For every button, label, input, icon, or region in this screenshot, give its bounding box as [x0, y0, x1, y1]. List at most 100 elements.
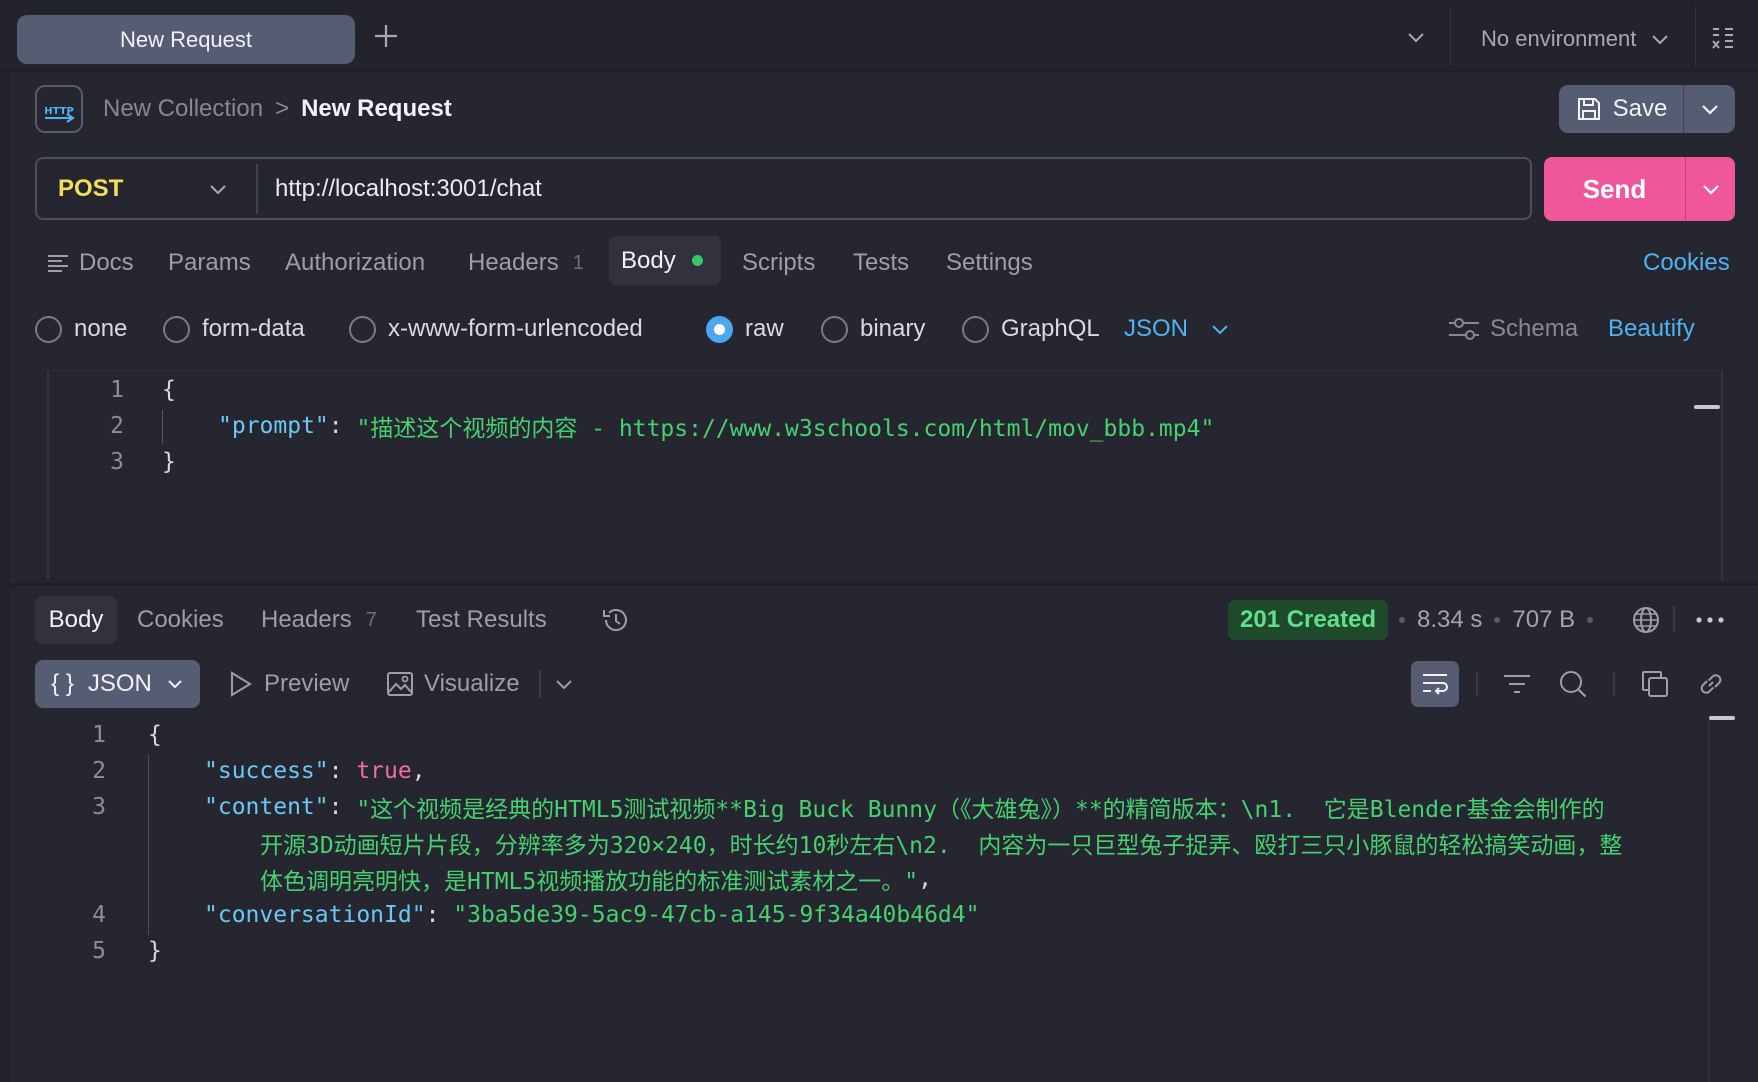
globe-icon[interactable]: [1630, 604, 1662, 636]
tab-label: Body: [621, 246, 676, 274]
divider: [1673, 606, 1675, 632]
response-tab-body[interactable]: Body: [35, 596, 117, 644]
cookies-link[interactable]: Cookies: [1643, 245, 1730, 281]
radio-circle: [821, 315, 848, 343]
tab-label: Headers: [468, 249, 559, 276]
tab-params[interactable]: Params: [168, 245, 251, 281]
save-options-dropdown[interactable]: [1684, 85, 1735, 133]
scrollbar-thumb[interactable]: [1694, 405, 1720, 409]
code-key: "conversationId": [204, 902, 426, 928]
chevron-down-icon[interactable]: [553, 675, 575, 693]
code-key: "content": [204, 794, 329, 820]
preview-button[interactable]: Preview: [228, 667, 349, 701]
tab-scripts[interactable]: Scripts: [742, 245, 815, 281]
send-button-group: Send: [1544, 157, 1735, 221]
body-modified-indicator: [691, 255, 703, 266]
line-number: 5: [92, 938, 106, 964]
tab-settings[interactable]: Settings: [946, 245, 1033, 281]
divider: [1613, 672, 1615, 696]
tab-new-request[interactable]: New Request: [17, 15, 355, 64]
send-button[interactable]: Send: [1544, 157, 1685, 221]
environment-variables-icon[interactable]: [1711, 26, 1735, 52]
method-select[interactable]: POST: [58, 168, 228, 210]
send-options-dropdown[interactable]: [1686, 157, 1735, 221]
separator-dot: [1399, 617, 1405, 623]
divider: [256, 164, 258, 214]
code-colon: :: [328, 413, 357, 439]
status-badge: 201 Created: [1228, 600, 1389, 640]
environment-selector[interactable]: No environment: [1481, 24, 1670, 54]
response-time[interactable]: 8.34 s: [1417, 606, 1482, 634]
divider: [1695, 6, 1696, 66]
image-icon: [387, 672, 413, 696]
chevron-down-icon: [1652, 35, 1669, 45]
code-key: "success": [204, 758, 329, 784]
left-edge: [0, 0, 10, 1082]
response-format-select[interactable]: { } JSON: [35, 660, 200, 708]
response-size[interactable]: 707 B: [1512, 606, 1575, 634]
history-icon[interactable]: [600, 604, 632, 636]
tab-headers[interactable]: Headers 1: [468, 245, 584, 281]
code-boolean: true: [356, 758, 412, 784]
visualize-label: Visualize: [424, 670, 520, 697]
chevron-down-icon: [1701, 105, 1718, 115]
line-number: 2: [110, 413, 124, 439]
chevron-down-icon[interactable]: [1405, 28, 1427, 46]
breadcrumb-request-name[interactable]: New Request: [301, 95, 452, 123]
chevron-down-icon: [168, 680, 182, 689]
schema-button[interactable]: Schema: [1448, 313, 1578, 345]
method-label: POST: [58, 175, 124, 202]
line-number: 3: [110, 449, 124, 475]
tab-docs[interactable]: Docs: [47, 245, 134, 281]
radio-urlencoded[interactable]: x-www-form-urlencoded: [349, 313, 643, 345]
link-icon[interactable]: [1695, 668, 1727, 700]
code-string-wrapped: 开源3D动画短片片段，分辨率多为320×240，时长约10秒左右\n2. 内容为…: [260, 833, 1623, 859]
tab-body[interactable]: Body: [609, 236, 721, 285]
radio-graphql[interactable]: GraphQL: [962, 313, 1100, 345]
save-label: Save: [1612, 95, 1668, 122]
sliders-icon: [1449, 318, 1479, 340]
response-tab-test-results[interactable]: Test Results: [416, 602, 547, 638]
code-brace: }: [162, 449, 176, 475]
copy-icon[interactable]: [1639, 668, 1671, 700]
separator-dot: [1494, 617, 1501, 623]
headers-count: 1: [572, 251, 584, 274]
response-tab-cookies[interactable]: Cookies: [137, 602, 224, 638]
radio-binary[interactable]: binary: [821, 313, 925, 345]
radio-label: raw: [745, 315, 784, 342]
scrollbar-thumb[interactable]: [1709, 716, 1735, 720]
tab-authorization[interactable]: Authorization: [285, 245, 425, 281]
radio-label: none: [74, 315, 128, 342]
raw-format-label: JSON: [1124, 315, 1189, 342]
code-string: "描述这个视频的内容 - https://www.w3schools.com/h…: [356, 416, 1215, 442]
beautify-button[interactable]: Beautify: [1608, 313, 1695, 345]
plus-icon[interactable]: [372, 22, 400, 50]
radio-circle: [962, 315, 989, 343]
breadcrumb-separator: >: [275, 95, 290, 122]
save-button[interactable]: Save: [1559, 85, 1683, 133]
wrap-lines-toggle[interactable]: [1411, 661, 1459, 707]
raw-format-select[interactable]: JSON: [1124, 313, 1230, 345]
radio-raw[interactable]: raw: [706, 313, 784, 345]
pane-resizer[interactable]: [10, 583, 1758, 586]
filter-icon[interactable]: [1502, 670, 1532, 698]
divider: [539, 670, 541, 698]
radio-circle: [163, 315, 190, 343]
radio-none[interactable]: none: [35, 313, 127, 345]
more-options-icon[interactable]: [1694, 610, 1726, 630]
chevron-down-icon: [1212, 325, 1228, 335]
breadcrumb-collection[interactable]: New Collection: [103, 95, 263, 123]
tab-label: Headers: [261, 606, 352, 633]
radio-form-data[interactable]: form-data: [163, 313, 305, 345]
line-numbers: 1 2 3: [88, 372, 124, 480]
response-tab-headers[interactable]: Headers 7: [261, 602, 377, 638]
braces-icon: { }: [51, 670, 74, 697]
environment-label: No environment: [1481, 26, 1637, 51]
search-icon[interactable]: [1557, 668, 1589, 700]
visualize-button[interactable]: Visualize: [386, 667, 520, 701]
code-string: "3ba5de39-5ac9-47cb-a145-9f34a40b46d4": [453, 902, 980, 928]
tab-label: Docs: [79, 249, 134, 276]
chevron-down-icon: [210, 185, 226, 195]
tab-tests[interactable]: Tests: [853, 245, 909, 281]
url-input[interactable]: http://localhost:3001/chat: [275, 169, 1495, 209]
